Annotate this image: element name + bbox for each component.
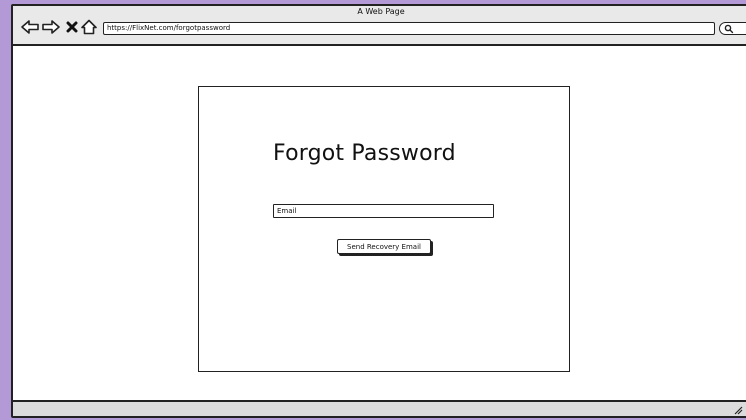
address-bar[interactable]: https://FlixNet.com/forgotpassword — [103, 22, 715, 35]
forward-arrow-icon — [42, 20, 60, 34]
window-title: A Web Page — [357, 7, 405, 16]
email-field[interactable] — [273, 204, 494, 218]
browser-window: A Web Page https://FlixNet.com/forgotpas… — [11, 4, 746, 418]
send-recovery-email-button[interactable]: Send Recovery Email — [337, 239, 431, 254]
desktop-background: A Web Page https://FlixNet.com/forgotpas… — [0, 0, 746, 420]
home-icon — [81, 19, 97, 35]
close-icon — [66, 21, 78, 33]
search-button[interactable] — [719, 22, 746, 35]
home-button[interactable] — [80, 18, 98, 36]
forgot-password-panel: Forgot Password Send Recovery Email — [198, 86, 570, 372]
stop-button[interactable] — [63, 18, 81, 36]
forward-button[interactable] — [42, 18, 60, 36]
browser-titlebar: A Web Page https://FlixNet.com/forgotpas… — [13, 6, 746, 46]
search-icon — [724, 24, 734, 33]
status-bar — [13, 400, 746, 416]
page-content: Forgot Password Send Recovery Email — [13, 46, 746, 400]
back-arrow-icon — [21, 20, 39, 34]
back-button[interactable] — [21, 18, 39, 36]
resize-grip-icon[interactable] — [733, 405, 743, 415]
page-title: Forgot Password — [273, 141, 456, 166]
